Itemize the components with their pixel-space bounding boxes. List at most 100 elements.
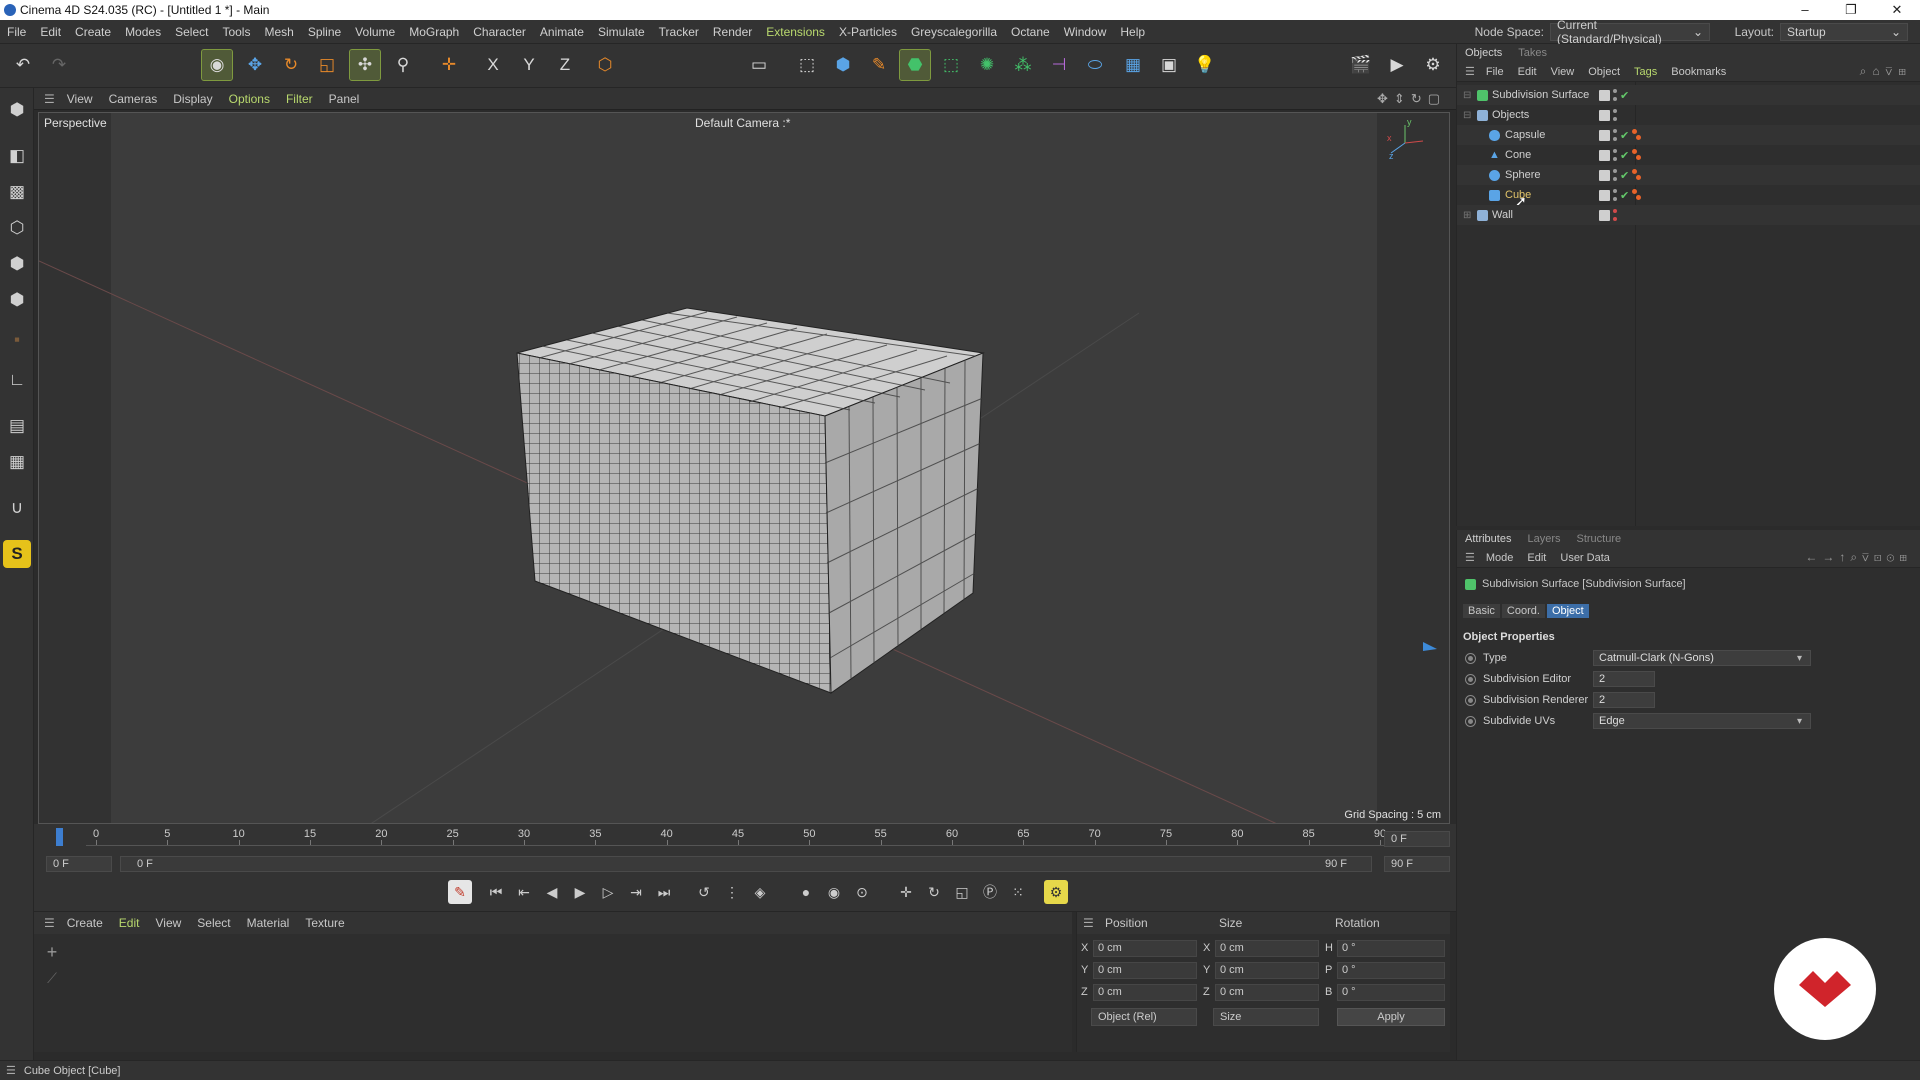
- deformer-icon[interactable]: ⊣: [1044, 50, 1074, 80]
- cube-primitive-icon[interactable]: ⬢: [828, 50, 858, 80]
- z-axis-lock-icon[interactable]: Z: [550, 50, 580, 80]
- go-to-end-icon[interactable]: ⏭: [652, 880, 676, 904]
- menu-select[interactable]: Select: [168, 25, 215, 39]
- texture-mode-icon[interactable]: ▩: [3, 178, 31, 206]
- layer-edit-icon[interactable]: [1599, 189, 1610, 201]
- material-tag-icon[interactable]: [1632, 149, 1648, 161]
- object-row-capsule[interactable]: Capsule ✔: [1457, 125, 1920, 145]
- current-frame-field[interactable]: 0 F: [1384, 831, 1450, 847]
- apply-button[interactable]: Apply: [1337, 1008, 1445, 1026]
- tab-attributes[interactable]: Attributes: [1457, 533, 1519, 545]
- render-view-icon[interactable]: ▭: [744, 50, 774, 80]
- viewport-menu-options[interactable]: Options: [221, 92, 278, 106]
- hamburger-menu-icon[interactable]: ☰: [44, 916, 55, 930]
- object-row-cone[interactable]: ▲ Cone ✔: [1457, 145, 1920, 165]
- om-menu-edit[interactable]: Edit: [1511, 66, 1544, 78]
- rotate-tool-icon[interactable]: ↻: [276, 50, 306, 80]
- viewport-navigation-icons[interactable]: ✥⇕↻▢: [1377, 91, 1446, 107]
- material-menu-material[interactable]: Material: [239, 916, 298, 930]
- render-settings-icon[interactable]: ⚙: [1418, 50, 1448, 80]
- menu-extensions[interactable]: Extensions: [759, 25, 832, 39]
- enabled-check-icon[interactable]: ✔: [1620, 149, 1629, 162]
- animate-radio-icon[interactable]: [1465, 652, 1476, 664]
- hamburger-menu-icon[interactable]: ☰: [6, 1064, 16, 1077]
- undo-icon[interactable]: ↶: [8, 50, 38, 80]
- play-forward-icon[interactable]: ▶: [568, 880, 592, 904]
- material-brush-icon[interactable]: ⟋: [42, 970, 62, 990]
- timeline-playhead[interactable]: [56, 828, 63, 846]
- go-to-start-icon[interactable]: ⏮: [484, 880, 508, 904]
- world-coordinates-icon[interactable]: ⬡: [590, 50, 620, 80]
- points-mode-icon[interactable]: ⬡: [3, 214, 31, 242]
- subtab-coord[interactable]: Coord.: [1501, 604, 1545, 618]
- record-object-icon[interactable]: ✎: [448, 880, 472, 904]
- mograph-cloner-icon[interactable]: ✺: [972, 50, 1002, 80]
- edges-mode-icon[interactable]: ⬢: [3, 250, 31, 278]
- y-axis-lock-icon[interactable]: Y: [514, 50, 544, 80]
- visibility-dots-icon[interactable]: [1613, 89, 1617, 101]
- make-editable-icon[interactable]: ⬢: [3, 96, 31, 124]
- transform-tool-icon[interactable]: ✣: [349, 49, 381, 81]
- field-icon[interactable]: ⬭: [1080, 50, 1110, 80]
- menu-create[interactable]: Create: [68, 25, 118, 39]
- enabled-check-icon[interactable]: ✔: [1620, 129, 1629, 142]
- attr-menu-user-data[interactable]: User Data: [1553, 552, 1617, 564]
- position-z-field[interactable]: 0 cm: [1093, 984, 1197, 1001]
- viewport-menu-filter[interactable]: Filter: [278, 92, 321, 106]
- layer-edit-icon[interactable]: [1599, 109, 1610, 121]
- object-row-sphere[interactable]: Sphere ✔: [1457, 165, 1920, 185]
- menu-file[interactable]: File: [0, 25, 33, 39]
- uv-mode-icon[interactable]: ▪: [3, 326, 31, 354]
- type-dropdown[interactable]: Catmull-Clark (N-Gons): [1593, 650, 1811, 666]
- menu-greyscalegorilla[interactable]: Greyscalegorilla: [904, 25, 1004, 39]
- coordinate-system-icon[interactable]: ⚲: [388, 50, 418, 80]
- snap-grid-icon[interactable]: ▦: [3, 448, 31, 476]
- loop-icon[interactable]: ↺: [692, 880, 716, 904]
- position-y-field[interactable]: 0 cm: [1093, 962, 1197, 979]
- om-menu-file[interactable]: File: [1479, 66, 1511, 78]
- menu-simulate[interactable]: Simulate: [591, 25, 652, 39]
- layer-edit-icon[interactable]: [1599, 129, 1610, 141]
- floor-object-icon[interactable]: ▦: [1118, 50, 1148, 80]
- viewport-menu-display[interactable]: Display: [165, 92, 220, 106]
- light-object-icon[interactable]: 💡: [1190, 50, 1220, 80]
- menu-edit[interactable]: Edit: [33, 25, 68, 39]
- visibility-dots-icon[interactable]: [1613, 109, 1617, 121]
- scale-tool-icon[interactable]: ◱: [312, 50, 342, 80]
- render-region-icon[interactable]: 🎬: [1346, 50, 1376, 80]
- spline-tool-icon[interactable]: ✎: [864, 50, 894, 80]
- menu-window[interactable]: Window: [1057, 25, 1114, 39]
- preview-range-bar[interactable]: 0 F 90 F: [120, 856, 1372, 872]
- menu-octane[interactable]: Octane: [1004, 25, 1057, 39]
- visibility-dots-icon[interactable]: [1613, 149, 1617, 161]
- mograph-fracture-icon[interactable]: ⁂: [1008, 50, 1038, 80]
- menu-help[interactable]: Help: [1113, 25, 1152, 39]
- hamburger-menu-icon[interactable]: ☰: [1083, 916, 1094, 930]
- size-z-field[interactable]: 0 cm: [1215, 984, 1319, 1001]
- layer-edit-icon[interactable]: [1599, 149, 1610, 161]
- rotation-p-field[interactable]: 0 °: [1337, 962, 1445, 979]
- menu-tracker[interactable]: Tracker: [652, 25, 706, 39]
- menu-mesh[interactable]: Mesh: [257, 25, 300, 39]
- subdivision-surface-icon[interactable]: ⬣: [899, 49, 931, 81]
- object-name[interactable]: Objects: [1492, 109, 1529, 121]
- visibility-dots-icon[interactable]: [1613, 189, 1617, 201]
- scheme-settings-icon[interactable]: ⚙: [1044, 880, 1068, 904]
- tree-expand-icon[interactable]: ⊞: [1463, 210, 1471, 221]
- end-frame-field[interactable]: 90 F: [1384, 856, 1450, 872]
- rotation-track-icon[interactable]: ↻: [922, 880, 946, 904]
- point-level-animation-icon[interactable]: ⁙: [1006, 880, 1030, 904]
- rotation-b-field[interactable]: 0 °: [1337, 984, 1445, 1001]
- material-tag-icon[interactable]: [1632, 189, 1648, 201]
- live-selection-icon[interactable]: ◉: [201, 49, 233, 81]
- om-menu-view[interactable]: View: [1544, 66, 1582, 78]
- layout-dropdown[interactable]: Startup ⌄: [1780, 23, 1908, 41]
- perspective-viewport[interactable]: y x z Perspective Default Camera :* Grid…: [38, 112, 1450, 824]
- subdivision-renderer-stepper[interactable]: 2: [1593, 692, 1655, 708]
- next-key-icon[interactable]: ⇥: [624, 880, 648, 904]
- menu-modes[interactable]: Modes: [118, 25, 168, 39]
- x-axis-lock-icon[interactable]: X: [478, 50, 508, 80]
- subtab-object[interactable]: Object: [1546, 604, 1589, 618]
- autokey-settings-icon[interactable]: ◈: [748, 880, 772, 904]
- menu-spline[interactable]: Spline: [301, 25, 348, 39]
